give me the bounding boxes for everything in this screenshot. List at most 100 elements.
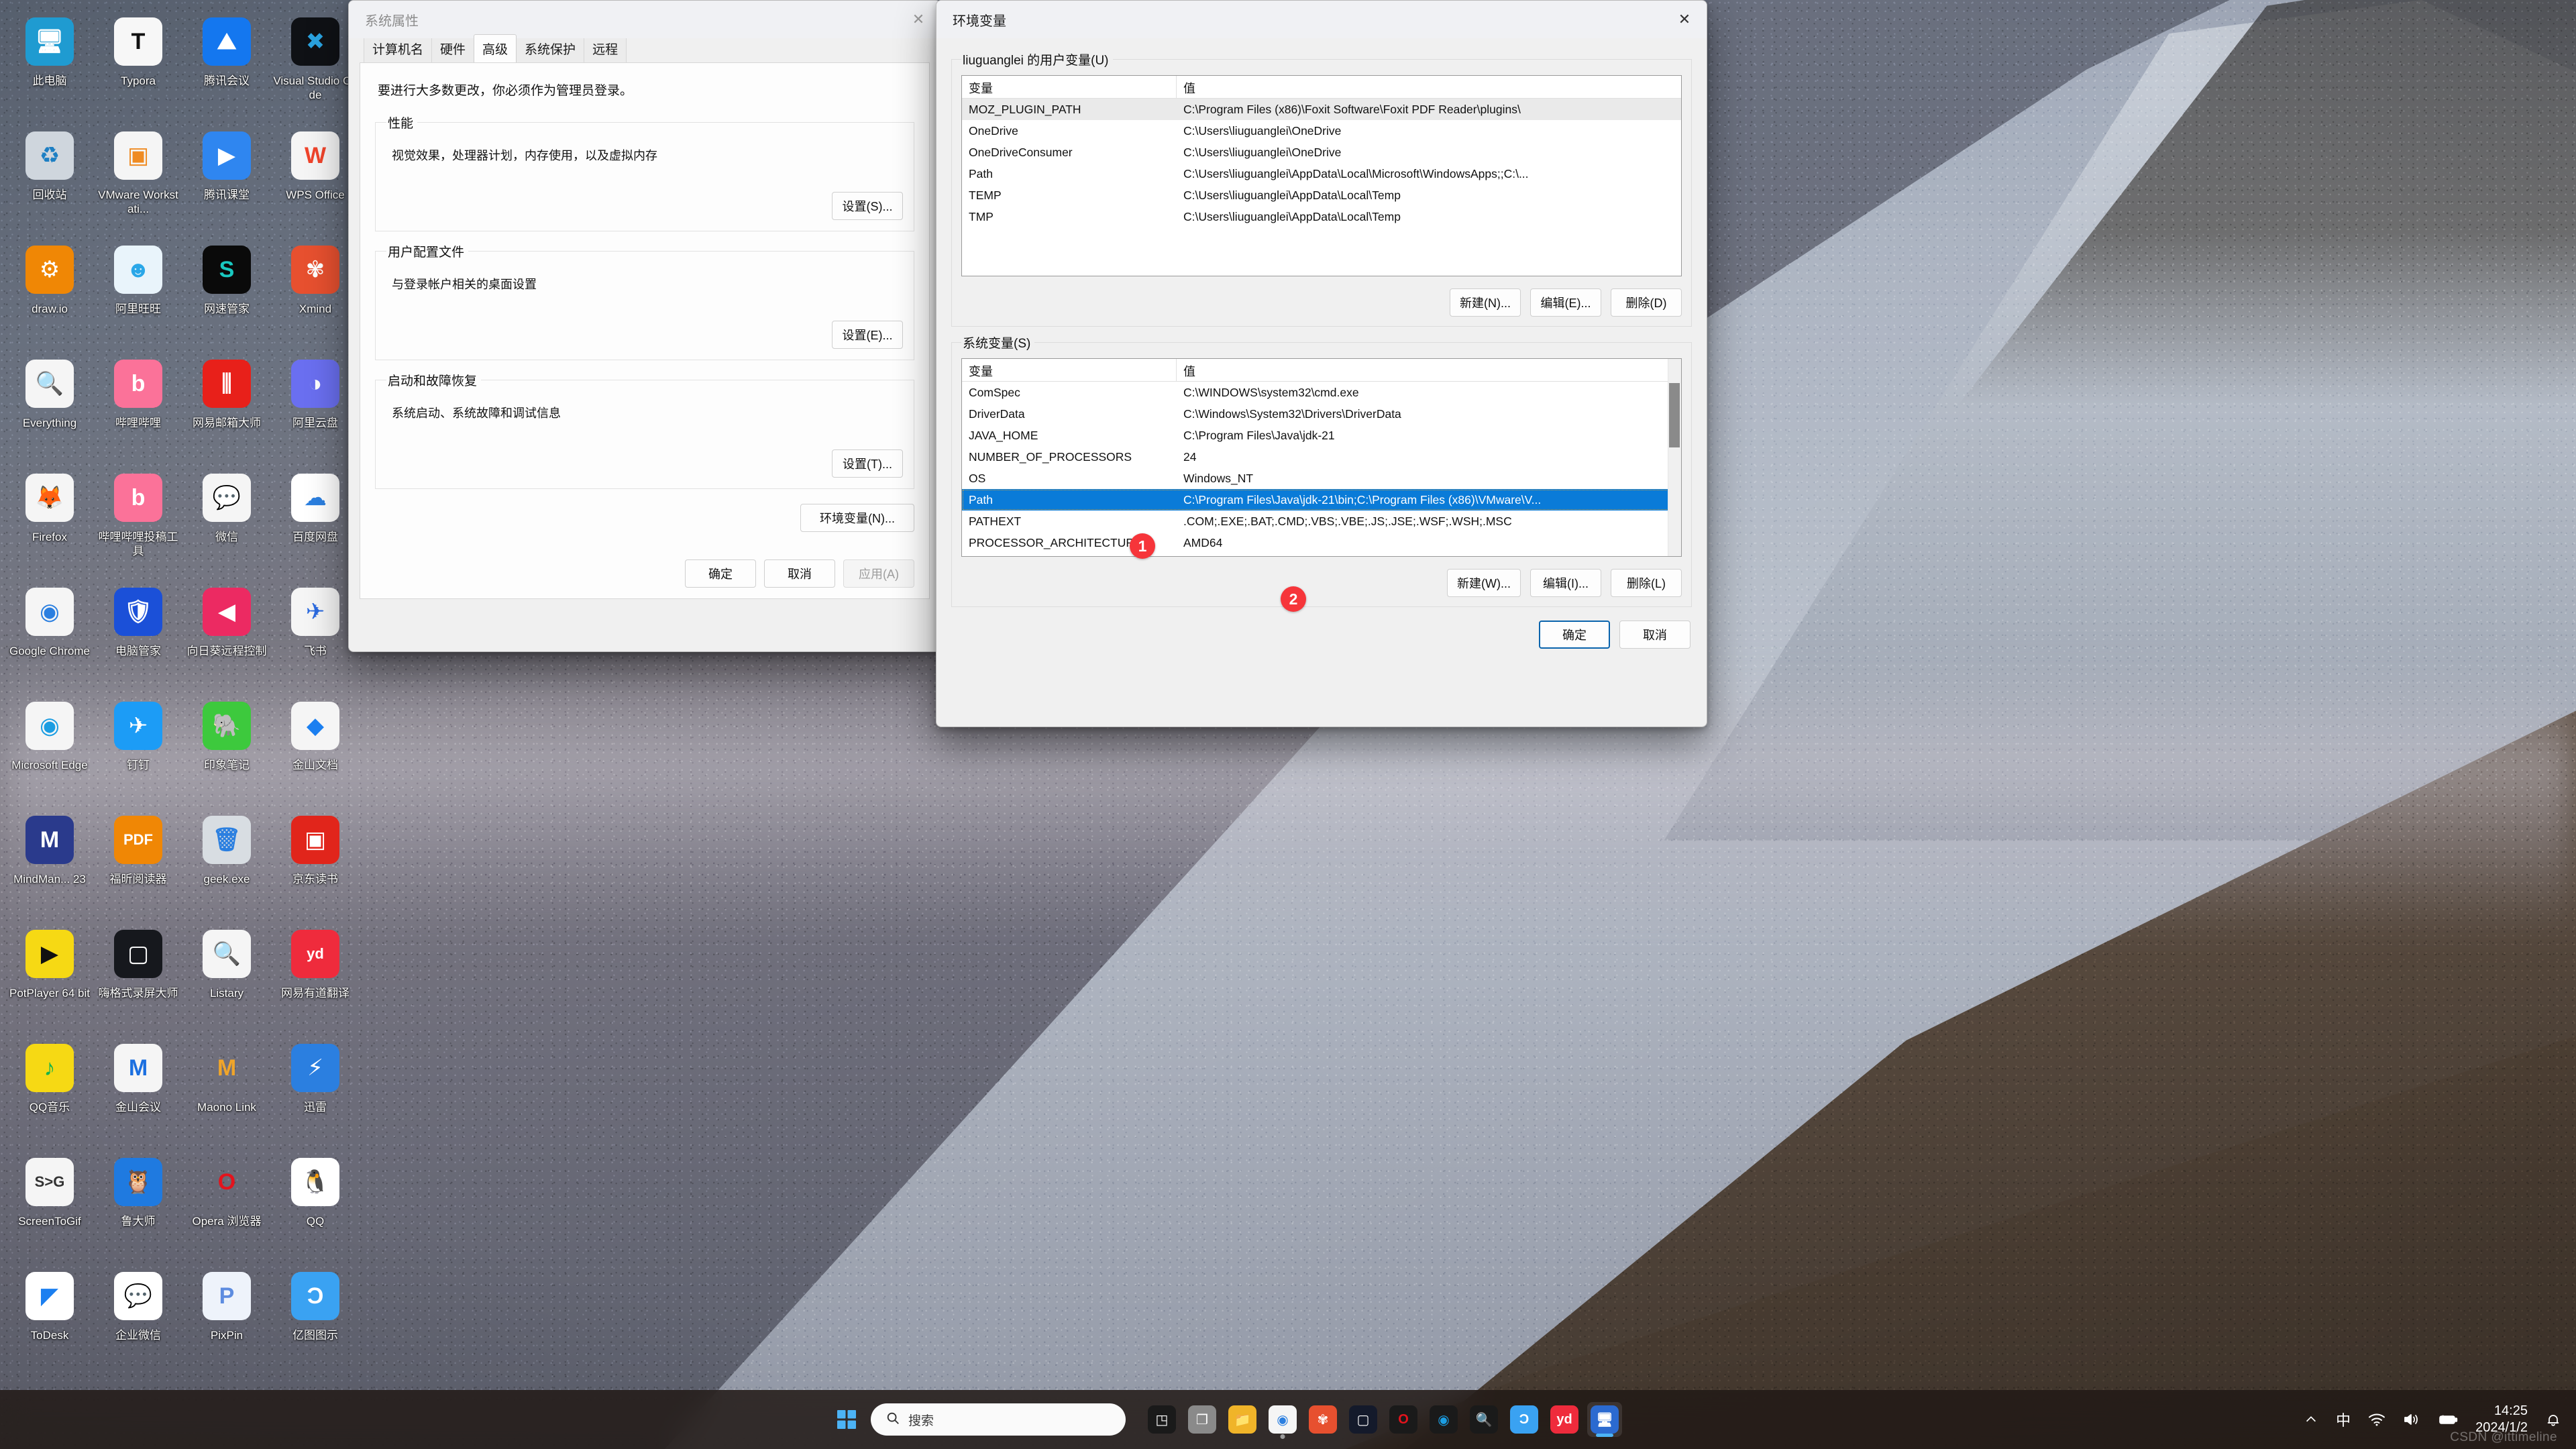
user-variables-list[interactable]: 变量 值 MOZ_PLUGIN_PATH C:\Program Files (x8… <box>961 75 1682 276</box>
search-box[interactable]: 搜索 <box>871 1403 1126 1436</box>
tab-2[interactable]: 高级 <box>474 34 517 62</box>
desktop-icon[interactable]: ◀ 向日葵远程控制 <box>182 577 271 691</box>
table-row[interactable]: JAVA_HOME C:\Program Files\Java\jdk-21 <box>962 425 1681 446</box>
taskbar-app-google-chrome[interactable]: ◉ <box>1265 1402 1300 1439</box>
ime-indicator[interactable]: 中 <box>2336 1409 2351 1430</box>
desktop-icon[interactable]: ⫼ 网易邮箱大师 <box>182 349 271 463</box>
scrollbar-thumb[interactable] <box>1669 383 1680 447</box>
tab-3[interactable]: 系统保护 <box>516 36 585 62</box>
desktop-icon[interactable]: ⚙ draw.io <box>5 235 94 349</box>
system-properties-cancel-button[interactable]: 取消 <box>764 559 835 588</box>
desktop-icon[interactable]: M MindMan... 23 <box>5 805 94 919</box>
desktop-icon[interactable]: W WPS Office <box>271 121 360 235</box>
taskbar-app-task-view[interactable]: ❐ <box>1185 1402 1220 1437</box>
desktop-icon[interactable]: S>G ScreenToGif <box>5 1147 94 1261</box>
desktop-icon[interactable]: ⛰ 腾讯会议 <box>182 7 271 121</box>
table-row[interactable]: OS Windows_NT <box>962 468 1681 489</box>
desktop-icon[interactable]: b 哔哩哔哩 <box>94 349 182 463</box>
system-properties-apply-button[interactable]: 应用(A) <box>843 559 914 588</box>
desktop-icon[interactable]: Ɔ 亿图图示 <box>271 1261 360 1375</box>
close-icon[interactable]: ✕ <box>896 1 941 38</box>
desktop-icon[interactable]: ✖ Visual Studio Code <box>271 7 360 121</box>
desktop-icon[interactable]: ▣ 京东读书 <box>271 805 360 919</box>
env-vars-ok-button[interactable]: 确定 <box>1539 621 1610 649</box>
environment-variables-dialog[interactable]: 环境变量 ✕ liuguanglei 的用户变量(U) 变量 值 MOZ_PLU… <box>936 0 1707 727</box>
tab-1[interactable]: 硬件 <box>431 36 475 62</box>
desktop-icon[interactable]: ☻ 阿里旺旺 <box>94 235 182 349</box>
start-button[interactable] <box>832 1405 861 1434</box>
table-row[interactable]: TEMP C:\Users\liuguanglei\AppData\Local\T… <box>962 184 1681 206</box>
desktop-icon[interactable]: PDF 福昕阅读器 <box>94 805 182 919</box>
desktop-icon[interactable]: 🦊 Firefox <box>5 463 94 577</box>
desktop-icon[interactable]: ▢ 嗨格式录屏大师 <box>94 919 182 1033</box>
table-row[interactable]: DriverData C:\Windows\System32\Drivers\Dr… <box>962 403 1681 425</box>
taskbar-app-everything[interactable]: 🔍 <box>1466 1402 1501 1437</box>
system-edit-button[interactable]: 编辑(I)... <box>1530 569 1601 597</box>
chevron-up-icon[interactable] <box>2304 1412 2318 1427</box>
taskbar-app-system-properties[interactable]: 🖥 <box>1587 1402 1622 1437</box>
taskbar-app-opera-browser[interactable]: O <box>1386 1402 1421 1437</box>
taskbar-app-tencent-meeting[interactable]: ▢ <box>1346 1402 1381 1437</box>
desktop-icon[interactable]: 🐘 印象笔记 <box>182 691 271 805</box>
system-delete-button[interactable]: 删除(L) <box>1611 569 1682 597</box>
desktop-icon[interactable]: ▶ 腾讯课堂 <box>182 121 271 235</box>
desktop-icon[interactable]: 🦉 鲁大师 <box>94 1147 182 1261</box>
battery-charging-icon[interactable] <box>2438 1412 2458 1427</box>
desktop-icon[interactable]: ◑ 阿里云盘 <box>271 349 360 463</box>
startup-recovery-settings-button[interactable]: 设置(T)... <box>832 449 903 478</box>
desktop-icon[interactable]: ✈ 飞书 <box>271 577 360 691</box>
desktop-icon[interactable]: 💬 企业微信 <box>94 1261 182 1375</box>
user-profiles-settings-button[interactable]: 设置(E)... <box>832 321 903 349</box>
desktop-icon[interactable]: ☁ 百度网盘 <box>271 463 360 577</box>
environment-variables-button[interactable]: 环境变量(N)... <box>800 504 914 532</box>
system-properties-titlebar[interactable]: 系统属性 ✕ <box>349 1 941 38</box>
desktop-icon[interactable]: T Typora <box>94 7 182 121</box>
performance-settings-button[interactable]: 设置(S)... <box>832 192 903 220</box>
desktop-icon[interactable]: 🔍 Listary <box>182 919 271 1033</box>
taskbar-app-file-explorer[interactable]: 📁 <box>1225 1402 1260 1437</box>
desktop-icon[interactable]: ◉ Microsoft Edge <box>5 691 94 805</box>
table-row[interactable]: OneDriveConsumer C:\Users\liuguanglei\One… <box>962 142 1681 163</box>
table-row[interactable]: ComSpec C:\WINDOWS\system32\cmd.exe <box>962 382 1681 403</box>
table-row[interactable]: OneDrive C:\Users\liuguanglei\OneDrive <box>962 120 1681 142</box>
user-delete-button[interactable]: 删除(D) <box>1611 288 1682 317</box>
table-row[interactable]: Path C:\Users\liuguanglei\AppData\Local\M… <box>962 163 1681 184</box>
user-edit-button[interactable]: 编辑(E)... <box>1530 288 1601 317</box>
desktop-icon[interactable]: b 哔哩哔哩投稿工具 <box>94 463 182 577</box>
system-variables-scrollbar[interactable] <box>1668 359 1681 556</box>
taskbar-app-edraw[interactable]: Ɔ <box>1507 1402 1542 1437</box>
system-new-button[interactable]: 新建(W)... <box>1447 569 1521 597</box>
table-row-selected[interactable]: Path C:\Program Files\Java\jdk-21\bin;C:\… <box>962 489 1681 511</box>
table-row[interactable]: NUMBER_OF_PROCESSORS 24 <box>962 446 1681 468</box>
desktop-icon[interactable]: O Opera 浏览器 <box>182 1147 271 1261</box>
desktop-icon[interactable]: 🐧 QQ <box>271 1147 360 1261</box>
desktop-icon[interactable]: S 网速管家 <box>182 235 271 349</box>
close-icon[interactable]: ✕ <box>1662 1 1707 38</box>
taskbar-app-copilot-pre[interactable]: ◳ <box>1144 1402 1179 1437</box>
desktop-icon[interactable]: ✈ 钉钉 <box>94 691 182 805</box>
desktop-icon[interactable]: yd 网易有道翻译 <box>271 919 360 1033</box>
taskbar-app-xmind[interactable]: ✾ <box>1305 1402 1340 1437</box>
system-variables-list[interactable]: 变量 值 ComSpec C:\WINDOWS\system32\cmd.exe D… <box>961 358 1682 557</box>
table-row[interactable]: PROCESSOR_ARCHITECTURE AMD64 <box>962 532 1681 553</box>
desktop-icon[interactable]: M 金山会议 <box>94 1033 182 1147</box>
tab-4[interactable]: 远程 <box>584 36 627 62</box>
env-vars-titlebar[interactable]: 环境变量 ✕ <box>936 1 1707 38</box>
desktop-icon[interactable]: M Maono Link <box>182 1033 271 1147</box>
tab-0[interactable]: 计算机名 <box>364 36 433 62</box>
taskbar-clock[interactable]: 14:25 2024/1/2 <box>2475 1403 2528 1436</box>
desktop-icon[interactable]: P PixPin <box>182 1261 271 1375</box>
system-properties-ok-button[interactable]: 确定 <box>685 559 756 588</box>
desktop-icon[interactable]: ⚡ 迅雷 <box>271 1033 360 1147</box>
volume-icon[interactable] <box>2403 1412 2420 1427</box>
desktop-icon[interactable]: 🔍 Everything <box>5 349 94 463</box>
desktop-icon[interactable]: ◉ Google Chrome <box>5 577 94 691</box>
user-new-button[interactable]: 新建(N)... <box>1450 288 1521 317</box>
desktop-icon[interactable]: ✾ Xmind <box>271 235 360 349</box>
taskbar-app-microsoft-edge[interactable]: ◉ <box>1426 1402 1461 1437</box>
desktop-icon[interactable]: ▶ PotPlayer 64 bit <box>5 919 94 1033</box>
desktop-icon[interactable]: ♻ 回收站 <box>5 121 94 235</box>
desktop-icon[interactable]: 💬 微信 <box>182 463 271 577</box>
desktop-icon[interactable]: ◆ 金山文档 <box>271 691 360 805</box>
system-properties-dialog[interactable]: 系统属性 ✕ 计算机名 硬件 高级 系统保护 远程 要进行大多数更改，你必须作为管理员登… <box>348 0 941 652</box>
